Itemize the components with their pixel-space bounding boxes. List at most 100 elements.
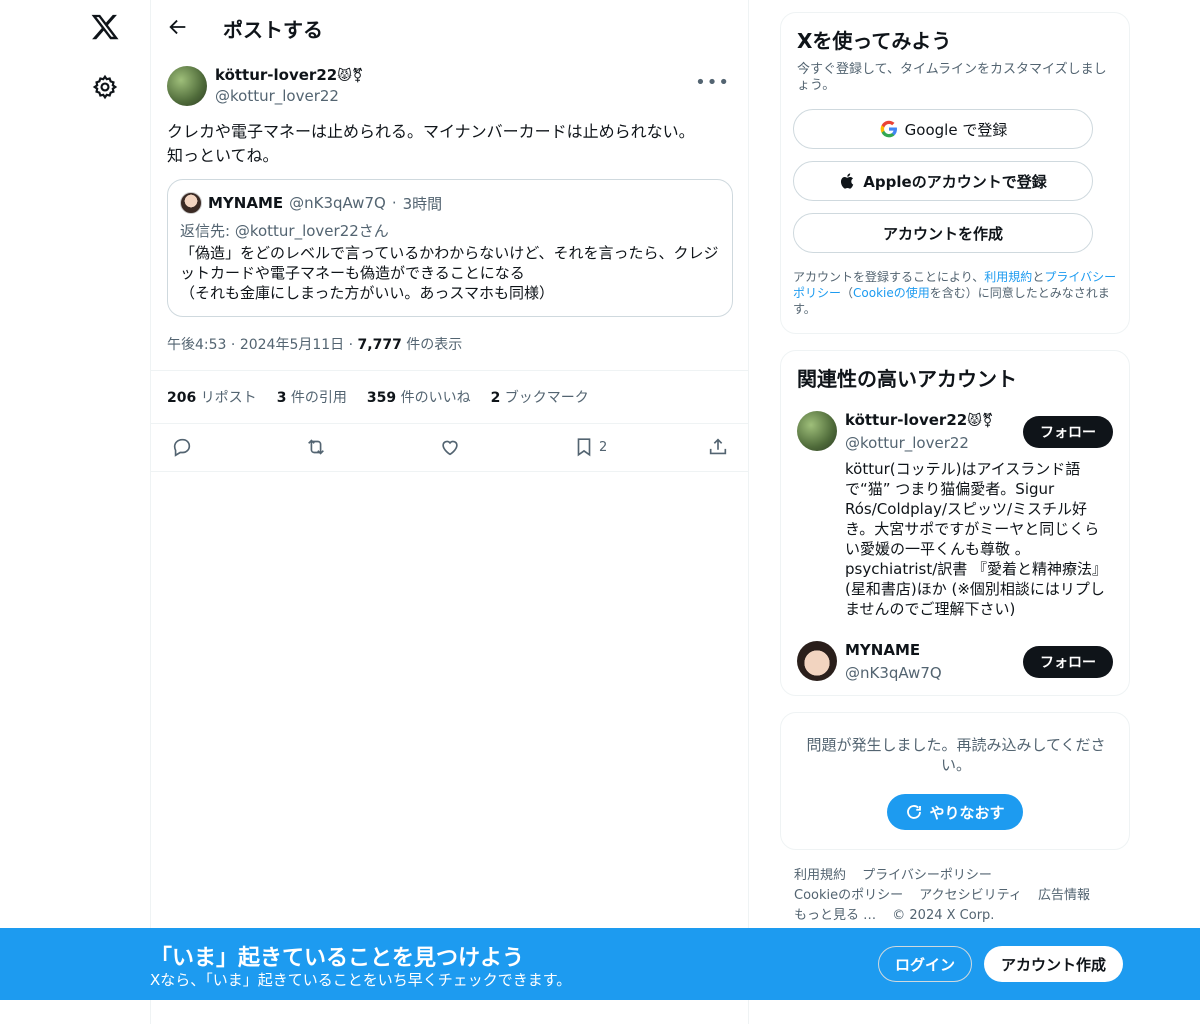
stat-quotes[interactable]: 3 件の引用	[277, 387, 347, 407]
author-handle[interactable]: @kottur_lover22	[215, 87, 339, 105]
post-time[interactable]: 午後4:53	[167, 337, 226, 353]
avatar[interactable]	[797, 411, 837, 451]
login-button[interactable]: ログイン	[878, 946, 972, 982]
footer-link[interactable]: プライバシーポリシー	[862, 868, 992, 883]
main-column: ポストする köttur-lover22😾⚧ @kottur_lover22 •…	[150, 0, 749, 1024]
bookmark-icon[interactable]	[573, 436, 597, 460]
account-handle[interactable]: @kottur_lover22	[845, 434, 969, 452]
quote-text-line: 「偽造」をどのレベルで言っているかわからないけど、それを言ったら、クレジ	[180, 244, 719, 262]
account-handle[interactable]: @nK3qAw7Q	[845, 664, 942, 682]
account-name-text: köttur-lover22	[845, 411, 968, 429]
author-emoji: 😾⚧	[337, 68, 364, 84]
view-count: 7,777	[357, 337, 402, 353]
signup-terms: アカウントを登録することにより、利用規約とプライバシーポリシー（Cookieの使…	[793, 269, 1123, 317]
quote-text-line: ットカードや電子マネーも偽造ができることになる	[180, 264, 525, 282]
post-author: köttur-lover22😾⚧ @kottur_lover22 •••	[151, 62, 748, 118]
follow-button[interactable]: フォロー	[1023, 416, 1113, 448]
stat-value: 3	[276, 390, 287, 406]
quoted-post[interactable]: MYNAME @nK3qAw7Q · 3時間 返信先: @kottur_love…	[167, 179, 733, 317]
banner-title: 「いま」起きていることを見つけよう	[150, 946, 525, 971]
quote-time: 3時間	[402, 194, 443, 213]
stat-label: 件の引用	[290, 390, 347, 406]
signup-subtitle: 今すぐ登録して、タイムラインをカスタマイズしましょう。	[797, 62, 1107, 93]
copyright: © 2024 X Corp.	[892, 908, 995, 923]
error-message: 問題が発生しました。再読み込みしてください。	[806, 736, 1106, 774]
post-text: クレカや電子マネーは止められる。マイナンバーカードは止められない。 知っといてね…	[167, 120, 737, 168]
signup-title: Xを使ってみよう	[797, 29, 952, 53]
create-account-label: アカウントを作成	[882, 224, 1003, 243]
meta-separator: ·	[348, 337, 354, 353]
quote-separator: ·	[391, 194, 397, 212]
post-actions: 2	[151, 424, 749, 472]
left-nav	[0, 0, 150, 1024]
stat-label: リポスト	[200, 390, 257, 406]
post-date[interactable]: 2024年5月11日	[240, 337, 344, 353]
post-text-line: 知っといてね。	[167, 146, 279, 165]
google-icon	[880, 120, 897, 138]
share-icon[interactable]	[707, 436, 731, 460]
account-name[interactable]: köttur-lover22😾⚧	[845, 411, 994, 429]
main-header: ポストする	[151, 0, 748, 54]
signup-banner: 「いま」起きていることを見つけよう Xなら、「いま」起きていることをいち早くチェ…	[0, 928, 1200, 1000]
stat-reposts[interactable]: 206 リポスト	[167, 387, 257, 407]
footer-link[interactable]: もっと見る …	[794, 908, 876, 923]
quote-author-name: MYNAME	[208, 194, 284, 212]
reply-icon[interactable]	[171, 436, 195, 460]
avatar[interactable]	[797, 641, 837, 681]
terms-link[interactable]: 利用規約	[984, 270, 1032, 284]
post-meta: 午後4:53 · 2024年5月11日 · 7,777 件の表示	[167, 334, 462, 354]
quote-reply-to: 返信先: @kottur_lover22さん	[180, 222, 389, 240]
back-arrow-icon[interactable]	[167, 16, 189, 38]
footer-links: 利用規約 プライバシーポリシー Cookieのポリシー アクセシビリティ 広告情…	[794, 866, 1114, 926]
post-text-line: クレカや電子マネーは止められる。マイナンバーカードは止められない。	[167, 122, 695, 141]
apple-icon	[841, 173, 854, 189]
meta-separator: ·	[230, 337, 236, 353]
footer-link[interactable]: 利用規約	[794, 868, 846, 883]
quote-author-handle: @nK3qAw7Q	[289, 194, 386, 212]
like-icon[interactable]	[439, 436, 463, 460]
account-name[interactable]: MYNAME	[845, 641, 920, 659]
retry-button[interactable]: やりなおす	[887, 794, 1023, 830]
author-name-text: köttur-lover22	[215, 66, 338, 84]
footer-link[interactable]: アクセシビリティ	[919, 888, 1022, 903]
follow-button[interactable]: フォロー	[1023, 646, 1113, 678]
stat-value: 2	[490, 390, 501, 406]
stat-bookmarks[interactable]: 2 ブックマーク	[491, 387, 589, 407]
quote-avatar	[180, 192, 202, 214]
stat-label: 件のいいね	[400, 390, 471, 406]
error-card: 問題が発生しました。再読み込みしてください。 やりなおす	[780, 712, 1130, 850]
create-account-banner-button[interactable]: アカウント作成	[984, 946, 1123, 982]
footer-link[interactable]: 広告情報	[1038, 888, 1090, 903]
terms-text: （	[841, 286, 854, 300]
gear-icon[interactable]	[92, 74, 118, 100]
google-signup-label: Google で登録	[904, 120, 1008, 139]
cookie-link[interactable]: Cookieの使用	[853, 286, 930, 300]
quote-text: 「偽造」をどのレベルで言っているかわからないけど、それを言ったら、クレジ ットカ…	[180, 243, 720, 303]
related-title: 関連性の高いアカウント	[797, 367, 1017, 391]
terms-text: アカウントを登録することにより、	[793, 270, 985, 284]
apple-signup-label: Appleのアカウントで登録	[863, 172, 1047, 191]
x-logo[interactable]	[90, 12, 120, 42]
refresh-icon	[907, 805, 922, 819]
post-stats: 206 リポスト 3 件の引用 359 件のいいね 2 ブックマーク	[151, 370, 749, 424]
page-title: ポストする	[223, 18, 323, 42]
repost-icon[interactable]	[305, 436, 329, 460]
bookmark-count: 2	[599, 440, 608, 455]
create-account-button[interactable]: アカウントを作成	[793, 213, 1093, 253]
account-emoji: 😾⚧	[967, 413, 994, 429]
author-name[interactable]: köttur-lover22😾⚧	[215, 66, 364, 84]
more-options-icon[interactable]: •••	[695, 72, 730, 93]
view-label: 件の表示	[406, 337, 463, 353]
stat-value: 359	[366, 390, 397, 406]
footer-link[interactable]: Cookieのポリシー	[794, 888, 903, 903]
account-bio: köttur(コッテル)はアイスランド語で“猫” つまり猫偏愛者。Sigur R…	[845, 460, 1108, 618]
apple-signup-button[interactable]: Appleのアカウントで登録	[793, 161, 1093, 201]
stat-likes[interactable]: 359 件のいいね	[367, 387, 471, 407]
stat-label: ブックマーク	[504, 390, 589, 406]
avatar[interactable]	[167, 66, 207, 106]
signup-card: Xを使ってみよう 今すぐ登録して、タイムラインをカスタマイズしましょう。 Goo…	[780, 12, 1130, 334]
google-signup-button[interactable]: Google で登録	[793, 109, 1093, 149]
related-accounts-card: 関連性の高いアカウント köttur-lover22😾⚧ @kottur_lov…	[780, 350, 1130, 696]
banner-subtitle: Xなら、「いま」起きていることをいち早くチェックできます。	[150, 971, 572, 989]
terms-text: と	[1032, 270, 1045, 284]
